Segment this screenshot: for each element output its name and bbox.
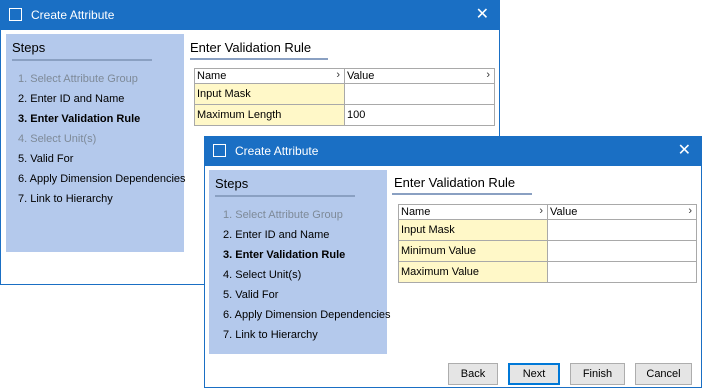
name-column-header[interactable]: Name › [194, 68, 345, 84]
front-dialog-window: Create Attribute ✕ Steps 1. Select Attri… [204, 136, 702, 388]
back-dialog-title: Create Attribute [31, 8, 115, 22]
window-icon [213, 144, 226, 157]
chevron-right-icon: › [486, 69, 490, 82]
table-row[interactable]: Input Mask [194, 83, 495, 105]
close-icon[interactable]: ✕ [678, 141, 691, 161]
back-section-title: Enter Validation Rule [190, 40, 312, 55]
finish-button[interactable]: Finish [570, 363, 625, 385]
back-button[interactable]: Back [448, 363, 498, 385]
step-item: 2. Enter ID and Name [18, 93, 125, 105]
property-value-cell[interactable] [547, 240, 697, 262]
step-item: 5. Valid For [18, 153, 74, 165]
table-row[interactable]: Input Mask [398, 219, 697, 241]
back-dialog-titlebar[interactable]: Create Attribute ✕ [1, 1, 499, 30]
step-item: 6. Apply Dimension Dependencies [18, 173, 186, 185]
table-row[interactable]: Maximum Length 100 [194, 104, 495, 126]
chevron-right-icon: › [539, 205, 543, 218]
steps-heading: Steps [12, 40, 46, 55]
chevron-right-icon: › [336, 69, 340, 82]
value-column-header[interactable]: Value › [547, 204, 697, 220]
step-item: 3. Enter Validation Rule [223, 249, 346, 261]
window-icon [9, 8, 22, 21]
front-dialog-titlebar[interactable]: Create Attribute ✕ [205, 137, 701, 166]
step-item: 7. Link to Hierarchy [223, 329, 318, 341]
grid-header-row: Name › Value › [194, 68, 495, 84]
step-item: 1. Select Attribute Group [223, 209, 343, 221]
step-item: 4. Select Unit(s) [18, 133, 97, 145]
steps-heading-underline [12, 59, 152, 61]
value-column-label: Value [550, 206, 578, 218]
close-icon[interactable]: ✕ [476, 5, 489, 25]
step-item: 4. Select Unit(s) [223, 269, 302, 281]
step-item: 5. Valid For [223, 289, 279, 301]
grid-header-row: Name › Value › [398, 204, 697, 220]
property-name-cell[interactable]: Maximum Length [194, 104, 345, 126]
step-item: 1. Select Attribute Group [18, 73, 138, 85]
cancel-button[interactable]: Cancel [635, 363, 692, 385]
step-item: 7. Link to Hierarchy [18, 193, 113, 205]
step-item: 6. Apply Dimension Dependencies [223, 309, 391, 321]
next-button[interactable]: Next [508, 363, 560, 385]
front-section-title: Enter Validation Rule [394, 175, 516, 190]
back-steps-list: 1. Select Attribute Group 2. Enter ID an… [18, 69, 186, 209]
back-steps-panel: Steps 1. Select Attribute Group 2. Enter… [6, 34, 186, 252]
value-column-header[interactable]: Value › [344, 68, 495, 84]
front-properties-grid: Name › Value › Input Mask Minimum Value … [398, 204, 697, 283]
property-name-cell[interactable]: Input Mask [194, 83, 345, 105]
step-item: 2. Enter ID and Name [223, 229, 330, 241]
chevron-right-icon: › [688, 205, 692, 218]
property-name-cell[interactable]: Input Mask [398, 219, 548, 241]
property-name-cell[interactable]: Minimum Value [398, 240, 548, 262]
table-row[interactable]: Maximum Value [398, 261, 697, 283]
steps-heading: Steps [215, 176, 249, 191]
property-value-cell[interactable]: 100 [344, 104, 495, 126]
steps-heading-underline [215, 195, 355, 197]
front-section-underline [392, 193, 532, 195]
front-dialog-title: Create Attribute [235, 144, 319, 158]
front-steps-panel: Steps 1. Select Attribute Group 2. Enter… [209, 170, 391, 354]
property-value-cell[interactable] [547, 219, 697, 241]
property-value-cell[interactable] [344, 83, 495, 105]
name-column-label: Name [401, 206, 431, 218]
back-properties-grid: Name › Value › Input Mask Maximum Length… [194, 68, 495, 126]
property-name-cell[interactable]: Maximum Value [398, 261, 548, 283]
name-column-label: Name [197, 70, 227, 82]
name-column-header[interactable]: Name › [398, 204, 548, 220]
table-row[interactable]: Minimum Value [398, 240, 697, 262]
back-section-underline [190, 58, 328, 60]
front-steps-list: 1. Select Attribute Group 2. Enter ID an… [223, 205, 391, 345]
step-item: 3. Enter Validation Rule [18, 113, 141, 125]
value-column-label: Value [347, 70, 375, 82]
property-value-cell[interactable] [547, 261, 697, 283]
